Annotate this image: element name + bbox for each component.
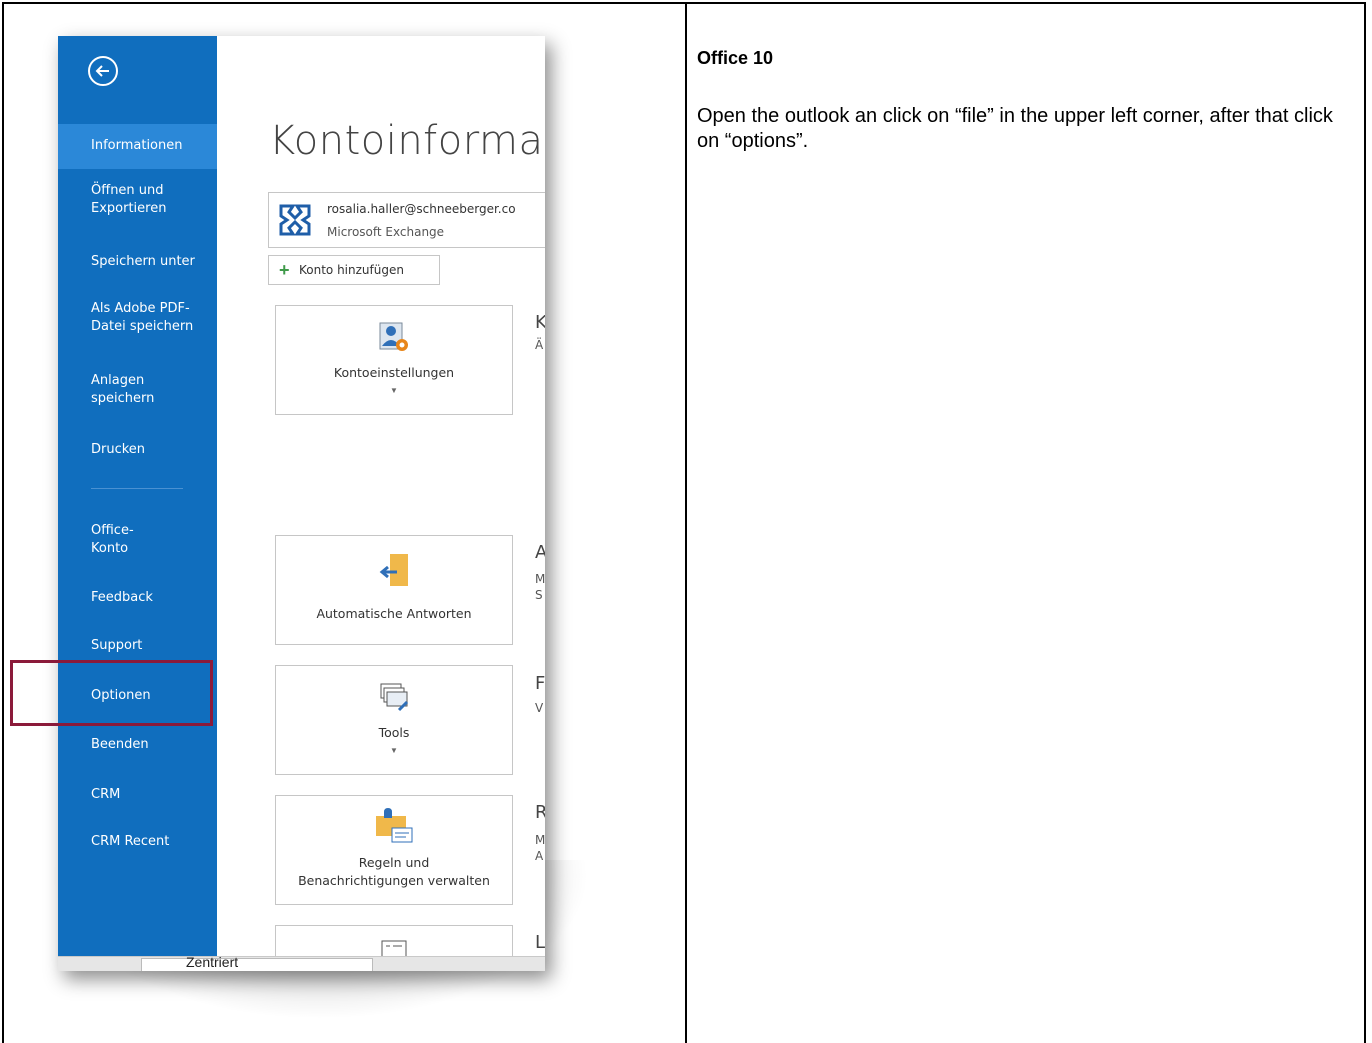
- rules-alerts-label: Regeln und Benachrichtigungen verwalten: [298, 855, 490, 888]
- add-account-label: Konto hinzufügen: [299, 263, 404, 277]
- tools-label: Tools: [378, 725, 410, 740]
- section-heading-letter: R: [535, 802, 545, 823]
- column-divider: [685, 2, 687, 1043]
- account-info-panel: Kontoinforma rosalia.haller@schneeberger…: [217, 36, 545, 971]
- tools-tile[interactable]: Tools ▼: [275, 665, 513, 775]
- section-heading-letter: A: [535, 542, 545, 563]
- auto-replies-tile[interactable]: Automatische Antworten: [275, 535, 513, 645]
- rules-alerts-tile[interactable]: Regeln und Benachrichtigungen verwalten: [275, 795, 513, 905]
- account-selector[interactable]: rosalia.haller@schneeberger.co Microsoft…: [268, 192, 545, 248]
- sidebar-item-crm[interactable]: CRM: [58, 786, 217, 804]
- underlying-window-bar: Zentriert: [58, 954, 545, 971]
- page-title: Kontoinforma: [269, 118, 544, 164]
- style-box-text: Zentriert: [186, 954, 239, 970]
- optionen-highlight-box: [10, 660, 213, 726]
- sidebar-item-support[interactable]: Support: [58, 637, 217, 655]
- sidebar-item-office-konto[interactable]: Office- Konto: [58, 522, 217, 558]
- section-heading-letter: L: [535, 932, 545, 953]
- outlook-screenshot: Informationen Öffnen und Exportieren Spe…: [58, 36, 545, 971]
- sidebar-item-beenden[interactable]: Beenden: [58, 736, 217, 754]
- tools-icon: [380, 683, 409, 712]
- chevron-down-icon: ▼: [390, 386, 398, 395]
- chevron-down-icon: ▼: [390, 746, 398, 755]
- note-title: Office 10: [697, 48, 774, 68]
- auto-replies-label: Automatische Antworten: [316, 606, 472, 621]
- sidebar-item-anlagen-speichern[interactable]: Anlagen speichern: [58, 372, 217, 408]
- sidebar-item-informationen[interactable]: Informationen: [58, 124, 217, 169]
- account-settings-icon: [379, 322, 408, 351]
- section-desc-letter: M S: [535, 572, 545, 602]
- add-account-button[interactable]: + Konto hinzufügen: [268, 255, 440, 285]
- section-desc-letter: Ä: [535, 338, 544, 352]
- exchange-icon: [279, 204, 311, 236]
- section-heading-letter: F: [535, 673, 545, 694]
- account-settings-label: Kontoeinstellungen: [333, 365, 455, 380]
- plus-icon: +: [279, 260, 290, 280]
- account-email: rosalia.haller@schneeberger.co: [327, 202, 516, 216]
- section-desc-letter: V: [535, 701, 544, 715]
- style-box: [141, 958, 373, 971]
- sidebar-divider: [91, 488, 183, 489]
- rules-alerts-icon: [376, 808, 413, 843]
- sidebar-item-drucken[interactable]: Drucken: [58, 441, 217, 459]
- back-arrow-icon[interactable]: [88, 56, 118, 86]
- note-body: Open the outlook an click on “file” in t…: [697, 105, 1333, 152]
- auto-replies-icon: [379, 554, 408, 586]
- section-heading-letter: K: [535, 312, 545, 333]
- sidebar-item-feedback[interactable]: Feedback: [58, 589, 217, 607]
- sidebar-item-speichern-unter[interactable]: Speichern unter: [58, 253, 217, 271]
- backstage-sidebar: Informationen Öffnen und Exportieren Spe…: [58, 36, 217, 956]
- account-settings-tile[interactable]: Kontoeinstellungen ▼: [275, 305, 513, 415]
- sidebar-item-crm-recent[interactable]: CRM Recent: [58, 833, 217, 851]
- sidebar-item-oeffnen-exportieren[interactable]: Öffnen und Exportieren: [58, 182, 217, 218]
- section-desc-letter: M A: [535, 833, 545, 863]
- account-type: Microsoft Exchange: [327, 225, 445, 239]
- sidebar-item-adobe-pdf[interactable]: Als Adobe PDF- Datei speichern: [58, 300, 217, 336]
